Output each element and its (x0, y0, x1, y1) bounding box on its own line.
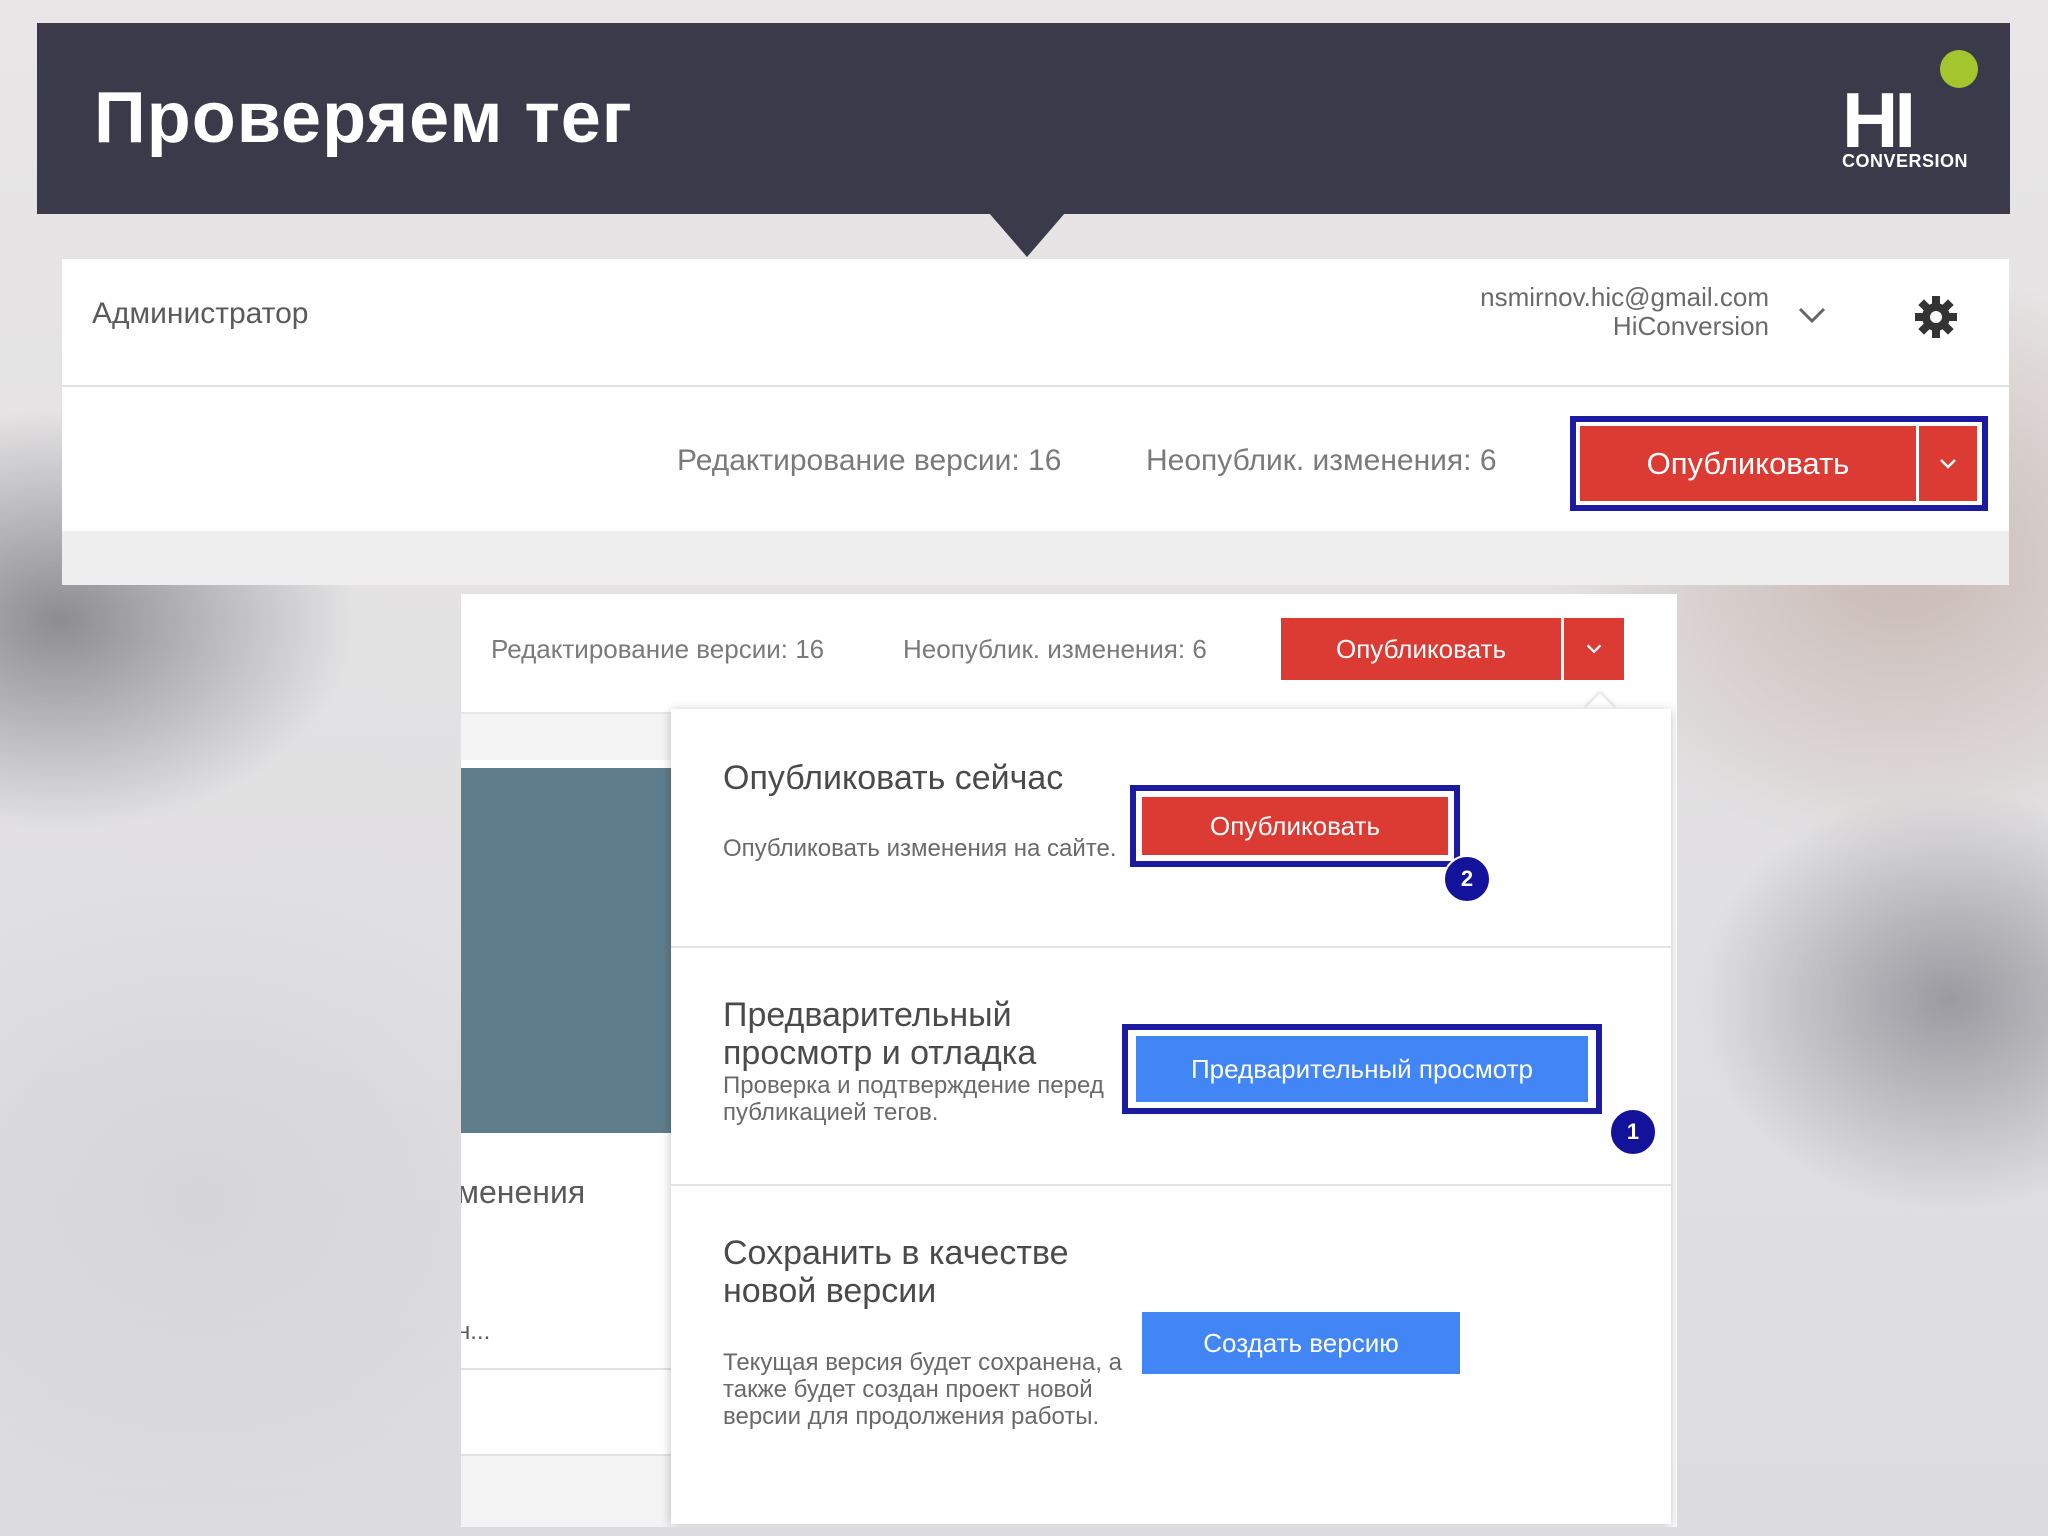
section-title: Сохранить в качестве новой версии (723, 1234, 1069, 1310)
section-desc: Опубликовать изменения на сайте. (723, 835, 1117, 862)
gtm-header-screenshot: Администратор nsmirnov.hic@gmail.com HiC… (62, 259, 2009, 585)
publish-menu-toggle[interactable] (1919, 426, 1977, 501)
section-title: Опубликовать сейчас (723, 759, 1064, 797)
section-title: Предварительный просмотр и отладка (723, 996, 1037, 1072)
workspace-card: ад ail.com (461, 768, 671, 1282)
card-email-partial: ail.com (461, 1246, 557, 1282)
publish-menu-toggle[interactable] (1564, 618, 1624, 680)
left-strip (461, 714, 671, 760)
chevron-down-icon (1586, 644, 1602, 654)
chevron-down-icon[interactable] (1792, 295, 1832, 335)
version-label: Редактирование версии: 16 (677, 444, 1062, 477)
account-name: HiConversion (1612, 311, 1769, 341)
divider (461, 1368, 671, 1370)
gear-icon[interactable] (1912, 293, 1960, 341)
chevron-down-icon (1940, 458, 1956, 469)
create-version-button[interactable]: Создать версию (1142, 1312, 1460, 1374)
preview-button[interactable]: Предварительный просмотр (1136, 1036, 1588, 1102)
publish-dropdown-menu: Опубликовать сейчас Опубликовать изменен… (671, 709, 1671, 1524)
logo-dot (1940, 50, 1978, 88)
content-area-strip (62, 531, 2009, 585)
publish-dropdown-screenshot: Редактирование версии: 16 Неопублик. изм… (461, 594, 1677, 1527)
truncated-text: н... (461, 1318, 491, 1345)
version-label: Редактирование версии: 16 (491, 634, 825, 664)
slide-title: Проверяем тег (94, 78, 633, 158)
step-badge-2: 2 (1443, 855, 1491, 903)
changes-label-partial: менения (461, 1174, 586, 1210)
publish-now-section: Опубликовать сейчас Опубликовать изменен… (671, 709, 1671, 948)
unpublished-changes-label: Неопублик. изменения: 6 (903, 634, 1207, 664)
section-desc: Текущая версия будет сохранена, а также … (723, 1349, 1122, 1430)
publish-button[interactable]: Опубликовать (1580, 426, 1916, 501)
left-footer (461, 1456, 671, 1527)
account-switcher[interactable]: nsmirnov.hic@gmail.com HiConversion (1480, 283, 1769, 341)
role-label: Администратор (92, 297, 309, 330)
hiconversion-logo: HI CONVERSION (1840, 50, 1978, 180)
gtm-top-bar: Администратор nsmirnov.hic@gmail.com HiC… (62, 259, 2009, 387)
step-badge-1: 1 (1609, 1108, 1657, 1156)
logo-word: CONVERSION (1842, 151, 1969, 171)
logo-letters: HI (1842, 76, 1916, 164)
publish-now-button[interactable]: Опубликовать (1142, 797, 1448, 855)
save-version-section: Сохранить в качестве новой версии Текуща… (671, 1186, 1671, 1524)
preview-section: Предварительный просмотр и отладка Прове… (671, 948, 1671, 1186)
section-desc: Проверка и подтверждение перед публикаци… (723, 1072, 1104, 1126)
card-text-partial: ад (461, 1208, 490, 1241)
account-email: nsmirnov.hic@gmail.com (1480, 282, 1769, 312)
unpublished-changes-label: Неопублик. изменения: 6 (1146, 444, 1497, 477)
banner-pointer (989, 213, 1065, 257)
publish-button[interactable]: Опубликовать (1281, 618, 1561, 680)
